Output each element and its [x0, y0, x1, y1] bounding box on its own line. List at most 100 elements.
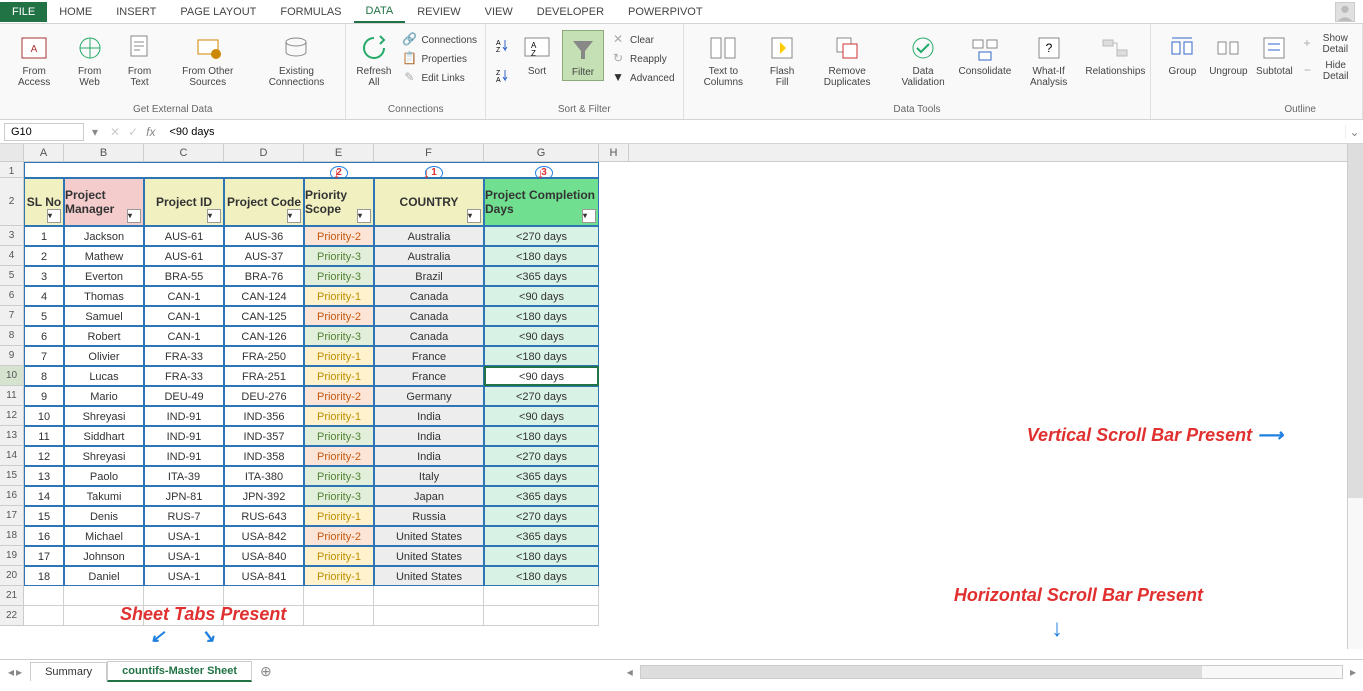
cell-pm[interactable]: Siddhart — [64, 426, 144, 446]
edit-links-button[interactable]: ✎Edit Links — [399, 68, 479, 86]
cell-pid[interactable]: ITA-39 — [144, 466, 224, 486]
cell-completion[interactable]: <270 days — [484, 386, 599, 406]
row-header[interactable]: 10 — [0, 366, 24, 386]
cell-country[interactable]: Brazil — [374, 266, 484, 286]
cell-pm[interactable]: Everton — [64, 266, 144, 286]
horizontal-scrollbar[interactable]: ◂ ▸ — [640, 665, 1343, 679]
row-header[interactable]: 6 — [0, 286, 24, 306]
properties-button[interactable]: 📋Properties — [399, 49, 479, 67]
cell-pid[interactable]: IND-91 — [144, 426, 224, 446]
cell-completion[interactable]: <180 days — [484, 546, 599, 566]
new-sheet-button[interactable]: ⊕ — [252, 663, 280, 680]
cell-priority[interactable]: Priority-3 — [304, 266, 374, 286]
cell-code[interactable]: ITA-380 — [224, 466, 304, 486]
cell-sl[interactable]: 2 — [24, 246, 64, 266]
cell-priority[interactable]: Priority-2 — [304, 226, 374, 246]
data-validation-button[interactable]: Data Validation — [891, 30, 955, 90]
cell-country[interactable]: Russia — [374, 506, 484, 526]
cell-pm[interactable]: Olivier — [64, 346, 144, 366]
row-header[interactable]: 2 — [0, 178, 24, 226]
name-box[interactable] — [4, 123, 84, 141]
cell-country[interactable]: United States — [374, 526, 484, 546]
cell-sl[interactable]: 18 — [24, 566, 64, 586]
cell-country[interactable]: Canada — [374, 306, 484, 326]
cell-sl[interactable]: 17 — [24, 546, 64, 566]
cell-completion[interactable]: <270 days — [484, 446, 599, 466]
cell-sl[interactable]: 14 — [24, 486, 64, 506]
cell-pm[interactable]: Takumi — [64, 486, 144, 506]
filter-dropdown-icon[interactable]: ▾ — [287, 209, 301, 223]
cell-sl[interactable]: 1 — [24, 226, 64, 246]
cell-pm[interactable]: Mario — [64, 386, 144, 406]
cell-priority[interactable]: Priority-1 — [304, 366, 374, 386]
cell-completion[interactable]: <90 days — [484, 406, 599, 426]
cell-code[interactable]: JPN-392 — [224, 486, 304, 506]
cell-sl[interactable]: 11 — [24, 426, 64, 446]
cell[interactable] — [64, 586, 144, 606]
cell-pid[interactable]: RUS-7 — [144, 506, 224, 526]
col-header-e[interactable]: E — [304, 144, 374, 161]
cell-sl[interactable]: 5 — [24, 306, 64, 326]
cell-code[interactable]: CAN-126 — [224, 326, 304, 346]
cell-pid[interactable]: CAN-1 — [144, 306, 224, 326]
name-box-dropdown-icon[interactable]: ▾ — [88, 125, 102, 139]
cell-completion[interactable]: <180 days — [484, 566, 599, 586]
col-header-c[interactable]: C — [144, 144, 224, 161]
row-header[interactable]: 15 — [0, 466, 24, 486]
cell-country[interactable]: Germany — [374, 386, 484, 406]
user-icon[interactable] — [1335, 2, 1355, 22]
tab-powerpivot[interactable]: POWERPIVOT — [616, 2, 715, 22]
row-header[interactable]: 20 — [0, 566, 24, 586]
cell-pm[interactable]: Lucas — [64, 366, 144, 386]
tab-page-layout[interactable]: PAGE LAYOUT — [168, 2, 268, 22]
cell-sl[interactable]: 4 — [24, 286, 64, 306]
cell-completion[interactable]: <365 days — [484, 486, 599, 506]
cell-completion[interactable]: <365 days — [484, 266, 599, 286]
cell[interactable] — [484, 606, 599, 626]
th-sl[interactable]: SL No▾ — [24, 178, 64, 226]
cell-pid[interactable]: USA-1 — [144, 546, 224, 566]
refresh-all-button[interactable]: Refresh All — [352, 30, 395, 90]
tab-review[interactable]: REVIEW — [405, 2, 472, 22]
cell-pm[interactable]: Samuel — [64, 306, 144, 326]
row-header[interactable]: 19 — [0, 546, 24, 566]
cell-priority[interactable]: Priority-3 — [304, 486, 374, 506]
cell-pid[interactable]: IND-91 — [144, 406, 224, 426]
cell-priority[interactable]: Priority-1 — [304, 346, 374, 366]
cell-completion[interactable]: <90 days — [484, 326, 599, 346]
cell-country[interactable]: United States — [374, 566, 484, 586]
sort-desc-button[interactable]: ZA — [492, 66, 512, 84]
th-completion[interactable]: Project Completion Days▾↓ — [484, 178, 599, 226]
cell-code[interactable]: AUS-36 — [224, 226, 304, 246]
group-button[interactable]: Group — [1161, 30, 1203, 79]
cell-completion[interactable]: <180 days — [484, 346, 599, 366]
cell-pm[interactable]: Mathew — [64, 246, 144, 266]
cell-pid[interactable]: CAN-1 — [144, 286, 224, 306]
cell-pid[interactable]: USA-1 — [144, 566, 224, 586]
sort-button[interactable]: AZSort — [516, 30, 558, 79]
row-header[interactable]: 4 — [0, 246, 24, 266]
filter-dropdown-icon[interactable]: ▾ — [582, 209, 596, 223]
sheet-tab-master[interactable]: countifs-Master Sheet — [107, 661, 252, 682]
cell-pid[interactable]: BRA-55 — [144, 266, 224, 286]
cell-priority[interactable]: Priority-2 — [304, 386, 374, 406]
ungroup-button[interactable]: Ungroup — [1207, 30, 1249, 79]
show-detail-button[interactable]: +Show Detail — [1299, 30, 1356, 56]
filter-dropdown-icon[interactable]: ▾ — [467, 209, 481, 223]
cell[interactable] — [374, 586, 484, 606]
col-header-b[interactable]: B — [64, 144, 144, 161]
cell-sl[interactable]: 16 — [24, 526, 64, 546]
cell[interactable] — [144, 586, 224, 606]
cell-country[interactable]: Canada — [374, 286, 484, 306]
cell[interactable] — [304, 606, 374, 626]
cell-pm[interactable]: Shreyasi — [64, 406, 144, 426]
row-header[interactable]: 8 — [0, 326, 24, 346]
formula-input[interactable] — [164, 124, 1346, 140]
col-header-g[interactable]: G — [484, 144, 599, 161]
cell-country[interactable]: India — [374, 406, 484, 426]
filter-button[interactable]: Filter — [562, 30, 604, 81]
row-header[interactable]: 18 — [0, 526, 24, 546]
sheet-nav-first-icon[interactable]: ◂ — [8, 665, 14, 679]
row-header[interactable]: 13 — [0, 426, 24, 446]
cell[interactable] — [24, 586, 64, 606]
